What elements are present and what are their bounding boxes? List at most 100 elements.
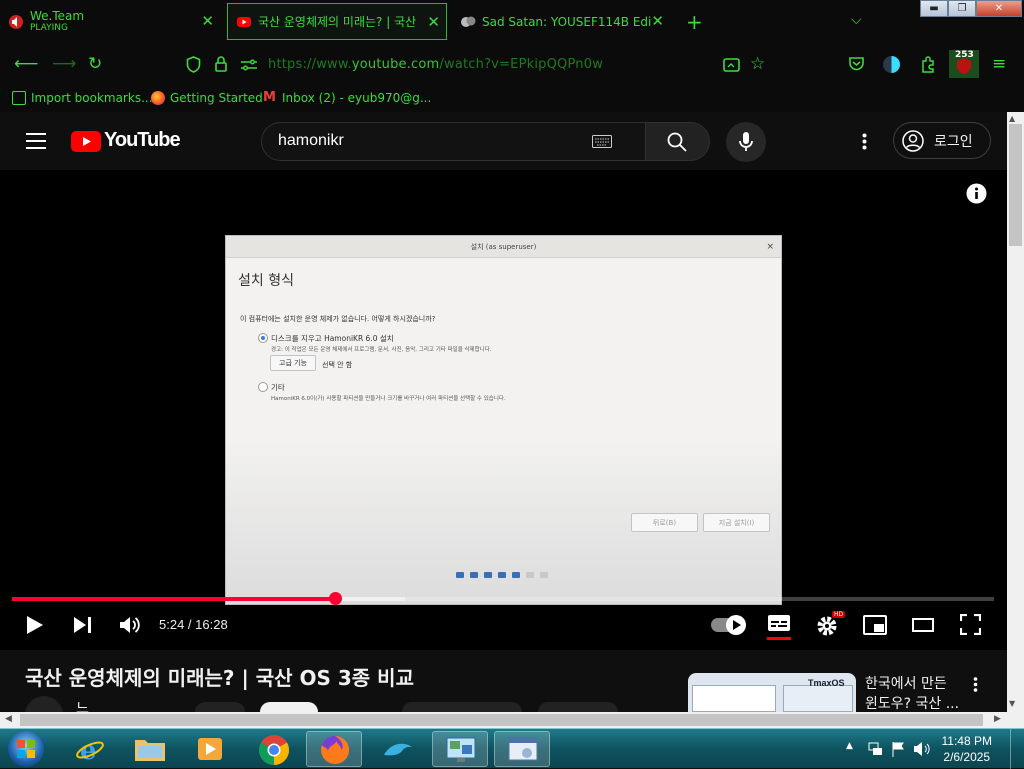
miniplayer-icon[interactable] <box>863 615 887 635</box>
taskbar-app[interactable] <box>370 731 426 767</box>
taskbar-firefox[interactable] <box>306 731 362 767</box>
youtube-header: YouTube hamonikr 로그인 <box>0 112 1007 170</box>
lock-icon[interactable] <box>214 55 228 73</box>
bookmark-gmail[interactable]: M Inbox (2) - eyub970@g... <box>263 91 432 106</box>
taskbar-remote-desktop[interactable] <box>432 731 488 767</box>
tab-close-icon[interactable]: ✕ <box>201 12 214 30</box>
play-icon[interactable] <box>26 615 44 635</box>
keyboard-icon[interactable] <box>592 135 612 148</box>
menu-hamburger-icon[interactable]: ≡ <box>992 54 1006 74</box>
taskbar-media-player[interactable] <box>182 731 238 767</box>
tab-weteam[interactable]: We.Team PLAYING ✕ <box>0 3 220 40</box>
search-input[interactable]: hamonikr <box>261 122 646 161</box>
pocket-icon[interactable] <box>848 56 865 72</box>
firefox-icon <box>151 91 165 105</box>
clock[interactable]: 11:48 PM 2/6/2025 <box>942 733 992 765</box>
taskbar-settings-window[interactable] <box>494 731 550 767</box>
horizontal-scrollbar[interactable]: ◀ ▶ <box>0 712 1024 728</box>
bookmark-import[interactable]: Import bookmarks... <box>12 91 153 105</box>
clock-date: 2/6/2025 <box>943 750 991 764</box>
time-display: 5:24 / 16:28 <box>159 617 228 632</box>
bookmark-label: Inbox (2) - eyub970@g... <box>282 91 432 105</box>
action-center-flag-icon[interactable] <box>891 741 905 757</box>
seek-bar[interactable] <box>12 592 994 605</box>
settings-button[interactable]: HD <box>816 611 846 637</box>
new-tab-button[interactable]: + <box>686 10 703 34</box>
installer-question: 이 컴퓨터에는 설치한 운영 체제가 없습니다. 어떻게 하시겠습니까? <box>240 315 436 323</box>
scroll-up-icon[interactable]: ▲ <box>1009 114 1015 123</box>
bookmark-star-icon[interactable]: ☆ <box>750 54 765 74</box>
tab-list-chevron-icon[interactable]: ⌵ <box>851 12 862 28</box>
scroll-down-icon[interactable]: ▼ <box>1009 699 1015 708</box>
hscrollbar-thumb[interactable] <box>20 714 983 726</box>
bookmark-getting-started[interactable]: Getting Started <box>151 91 263 105</box>
fullscreen-icon[interactable] <box>960 614 981 635</box>
info-icon[interactable] <box>966 183 987 204</box>
close-window-button[interactable]: ✕ <box>976 0 1022 17</box>
speaker-volume-icon[interactable] <box>913 741 931 757</box>
tab-sad-satan[interactable]: Sad Satan: YOUSEF114B Edition ✕ <box>452 3 670 40</box>
tab-close-icon[interactable]: ✕ <box>651 12 664 30</box>
advanced-button: 고급 기능 <box>270 355 316 371</box>
login-button[interactable]: 로그인 <box>893 122 991 159</box>
microphone-icon <box>739 132 753 151</box>
bookmark-label: Import bookmarks... <box>31 91 153 105</box>
tab-close-icon[interactable]: ✕ <box>427 13 440 31</box>
scrollbar-thumb[interactable] <box>1009 124 1022 246</box>
hamburger-menu-icon[interactable] <box>26 133 46 149</box>
extensions-puzzle-icon[interactable] <box>920 56 936 73</box>
youtube-logo-icon[interactable] <box>71 131 101 152</box>
chip[interactable] <box>195 702 245 712</box>
network-icon[interactable] <box>867 741 883 757</box>
vertical-scrollbar[interactable]: ▲ ▼ <box>1007 112 1024 712</box>
progress-dot <box>484 572 492 578</box>
more-options-icon[interactable] <box>862 133 867 150</box>
search-button[interactable] <box>645 122 710 161</box>
voice-search-button[interactable] <box>726 122 766 162</box>
ublock-extension-icon[interactable]: 253 <box>949 50 979 78</box>
like-button[interactable] <box>402 702 522 712</box>
subtitles-button[interactable] <box>767 614 791 640</box>
dark-reader-icon[interactable] <box>882 55 901 74</box>
related-video-title[interactable]: 한국에서 만든 윈도우? 국산 ... <box>865 674 959 712</box>
seek-handle[interactable] <box>329 592 343 605</box>
channel-name[interactable]: 느 <box>76 698 89 712</box>
related-more-icon[interactable] <box>973 677 978 692</box>
progress-dot <box>498 572 506 578</box>
video-player[interactable]: 설치 (as superuser) × 설치 형식 이 컴퓨터에는 설치한 운영… <box>0 170 1007 650</box>
installer-title: 설치 (as superuser) <box>470 243 537 251</box>
show-hidden-icons[interactable]: ▲ <box>846 741 853 751</box>
channel-avatar[interactable] <box>25 696 63 712</box>
permissions-icon[interactable] <box>240 58 258 72</box>
next-icon[interactable] <box>73 616 92 634</box>
back-arrow-icon[interactable]: ⟵ <box>14 54 38 74</box>
show-desktop-button[interactable] <box>1010 729 1024 769</box>
shield-icon[interactable] <box>186 56 201 73</box>
tab-bar: We.Team PLAYING ✕ 국산 운영체제의 미래는? | 국산 ✕ S… <box>0 0 1024 44</box>
youtube-logo-text[interactable]: YouTube <box>104 129 181 152</box>
taskbar-ie[interactable]: e <box>62 731 118 767</box>
youtube-icon <box>237 16 251 27</box>
speaker-icon <box>9 14 23 29</box>
scroll-right-icon[interactable]: ▶ <box>994 714 1001 724</box>
subscribe-button[interactable] <box>260 702 318 712</box>
taskbar-chrome[interactable] <box>246 731 302 767</box>
theater-mode-icon[interactable] <box>912 617 934 633</box>
forward-arrow-icon[interactable]: ⟶ <box>52 54 76 74</box>
start-button[interactable] <box>8 731 44 767</box>
share-button[interactable] <box>538 702 618 712</box>
tab-youtube-video[interactable]: 국산 운영체제의 미래는? | 국산 ✕ <box>227 3 447 40</box>
reload-icon[interactable]: ↻ <box>88 54 102 74</box>
screenshot-icon[interactable] <box>723 57 740 73</box>
related-video-thumbnail[interactable]: TmaxOS <box>688 673 856 712</box>
scroll-left-icon[interactable]: ◀ <box>5 714 12 724</box>
autoplay-toggle[interactable] <box>711 615 746 635</box>
restore-button[interactable]: ❐ <box>948 0 976 17</box>
subtitles-icon <box>768 615 790 631</box>
media-player-icon <box>198 738 222 760</box>
volume-icon[interactable] <box>119 615 141 635</box>
url-bar[interactable]: https://www.youtube.com/watch?v=EPkipQQP… <box>268 57 603 72</box>
installer-dialog: 설치 (as superuser) × 설치 형식 이 컴퓨터에는 설치한 운영… <box>225 235 782 605</box>
taskbar-explorer[interactable] <box>122 731 178 767</box>
minimize-button[interactable]: ▬ <box>920 0 948 17</box>
